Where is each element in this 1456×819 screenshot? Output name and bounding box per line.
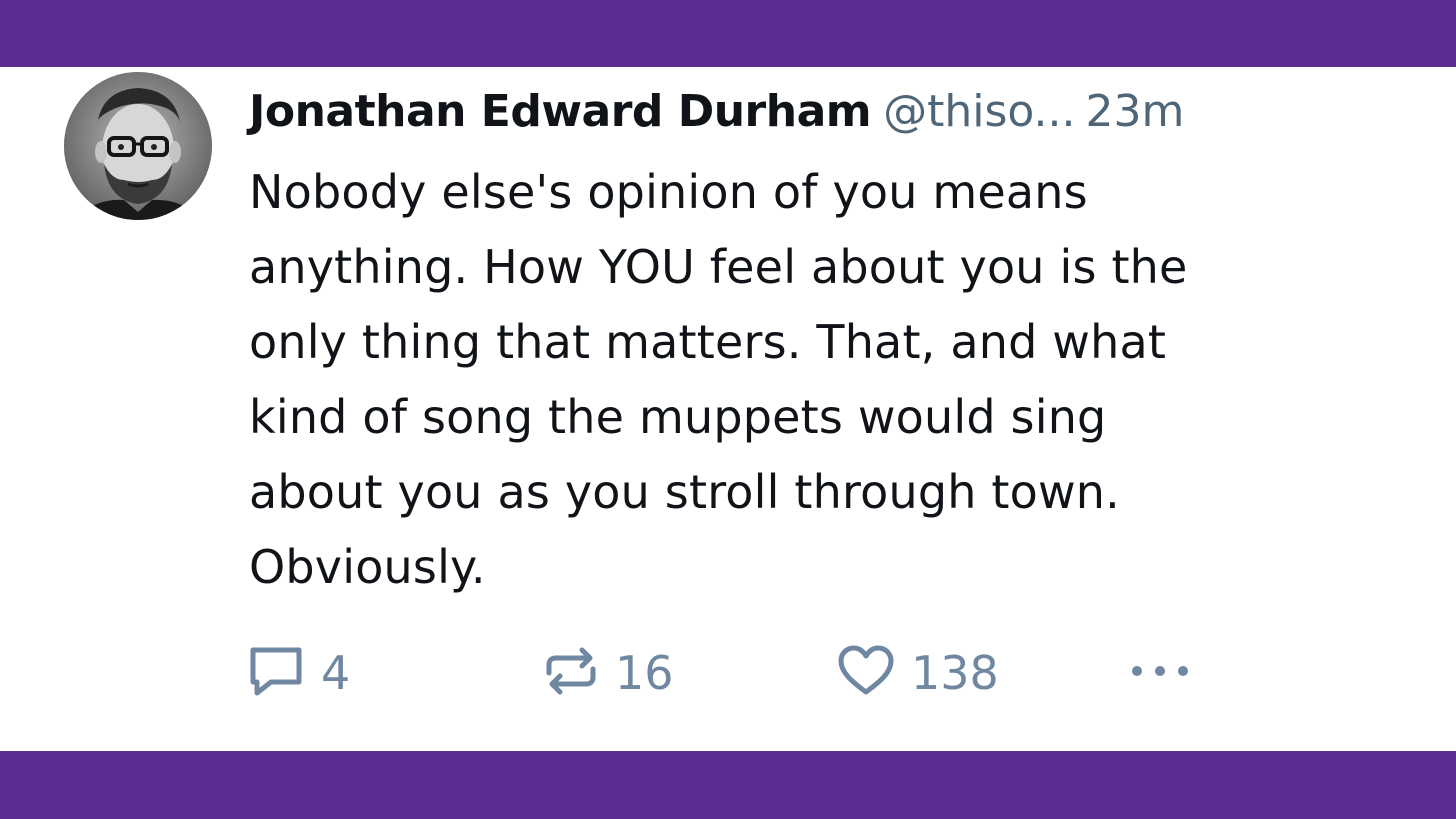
post-header: Jonathan Edward Durham @thiso... 23m bbox=[249, 81, 1409, 143]
reply-count: 4 bbox=[321, 646, 351, 700]
post-actions: 4 16 138 bbox=[247, 641, 1247, 705]
repost-count: 16 bbox=[615, 646, 674, 700]
author-handle[interactable]: @thiso... bbox=[883, 86, 1075, 137]
post-text: Nobody else's opinion of you means anyth… bbox=[249, 165, 1188, 594]
post-card[interactable]: Jonathan Edward Durham @thiso... 23m Nobod… bbox=[0, 67, 1456, 751]
repost-button[interactable]: 16 bbox=[543, 641, 674, 705]
reply-button[interactable]: 4 bbox=[247, 641, 350, 705]
more-icon bbox=[1129, 661, 1191, 685]
like-button[interactable]: 138 bbox=[837, 641, 999, 705]
more-options-button[interactable] bbox=[1129, 641, 1191, 705]
heart-icon bbox=[837, 645, 895, 701]
repost-icon bbox=[543, 645, 599, 701]
author-name[interactable]: Jonathan Edward Durham bbox=[249, 86, 872, 137]
like-count: 138 bbox=[911, 646, 999, 700]
reply-icon bbox=[247, 644, 305, 702]
frame: Jonathan Edward Durham @thiso... 23m Nobod… bbox=[0, 0, 1456, 819]
avatar[interactable] bbox=[64, 72, 212, 220]
post-time[interactable]: 23m bbox=[1086, 86, 1185, 137]
